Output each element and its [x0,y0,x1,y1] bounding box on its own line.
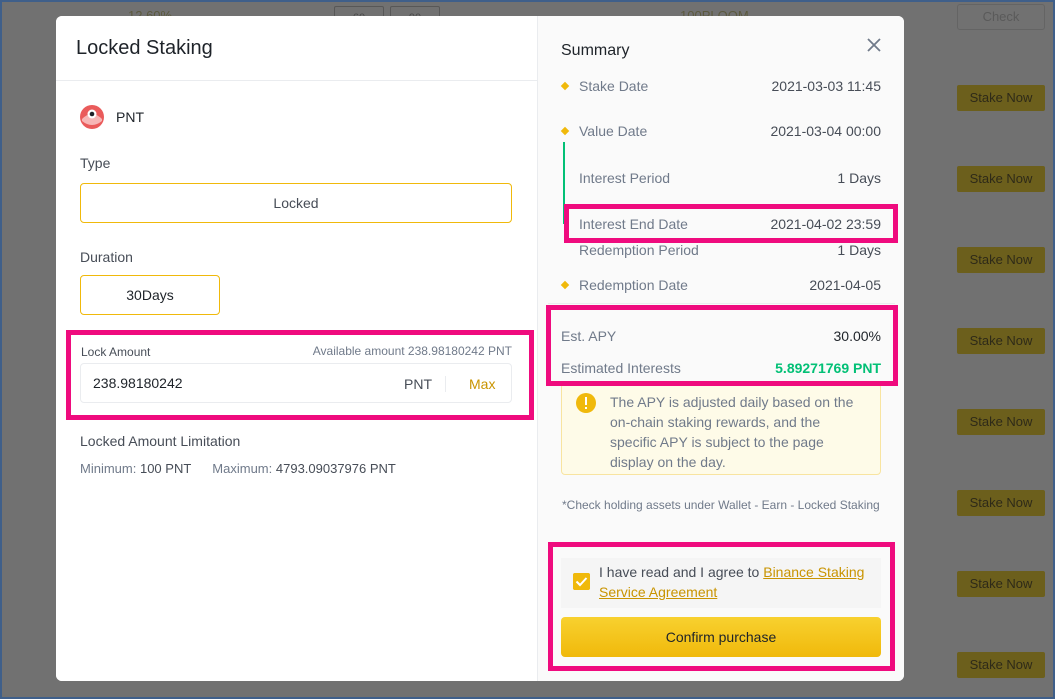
maximum-value: 4793.09037976 PNT [275,461,396,476]
timeline-dot [560,280,570,290]
row-key: Stake Date [579,78,649,94]
agreement-prefix: I have read and I agree to [599,564,764,580]
bg-stake-now-button[interactable]: Stake Now [957,247,1045,273]
type-locked-button[interactable]: Locked [80,183,512,223]
lock-amount-label: Lock Amount [81,345,151,359]
holding-footnote: *Check holding assets under Wallet - Ear… [562,498,880,512]
agreement-text: I have read and I agree to Binance Staki… [599,562,874,602]
divider [56,80,537,81]
notice-text: The APY is adjusted daily based on the o… [610,394,854,470]
row-key: Interest End Date [579,216,688,232]
row-value: 2021-04-02 23:59 [770,216,881,232]
limitation-values: Minimum: 100 PNT Maximum: 4793.09037976 … [80,461,396,476]
modal-title: Locked Staking [76,37,213,59]
locked-staking-modal: Locked Staking PNT Type Locked Duration … [56,16,904,681]
est-apy-label: Est. APY [561,328,617,344]
bg-stake-now-button[interactable]: Stake Now [957,328,1045,354]
est-apy-value: 30.00% [833,328,881,344]
minimum-label: Minimum: [80,461,137,476]
available-amount: Available amount 238.98180242 PNT [312,344,512,358]
summary-panel: Summary Stake Date 2021-03-03 11:45 Valu… [537,16,904,681]
coin-name: PNT [116,109,144,125]
lock-amount-unit: PNT [404,376,432,392]
timeline-line [563,142,565,224]
row-key: Interest Period [579,170,671,186]
limitation-title: Locked Amount Limitation [80,433,241,449]
staking-form-panel: Locked Staking PNT Type Locked Duration … [56,16,537,681]
estimated-interests-value: 5.89271769 PNT [775,360,881,376]
bg-stake-now-button[interactable]: Stake Now [957,166,1045,192]
timeline-dot [560,126,570,136]
minimum-value: 100 PNT [139,461,192,476]
close-icon[interactable] [866,37,882,53]
row-key: Redemption Period [579,242,699,258]
row-value: 2021-03-03 11:45 [771,78,882,94]
bg-stake-now-button[interactable]: Stake Now [957,85,1045,111]
apy-notice: The APY is adjusted daily based on the o… [561,383,881,475]
row-value: 2021-03-04 00:00 [770,123,881,139]
lock-amount-input[interactable] [93,364,373,402]
row-value: 2021-04-05 [809,277,881,293]
row-key: Redemption Date [579,277,688,293]
summary-title: Summary [561,42,630,59]
info-icon [576,393,596,413]
bg-stake-now-button[interactable]: Stake Now [957,652,1045,678]
lock-amount-field: PNT Max [80,363,512,403]
row-value: 1 Days [837,170,881,186]
divider [548,303,895,304]
pnt-coin-icon [80,105,104,129]
row-key: Value Date [579,123,648,139]
divider [445,376,446,392]
max-button[interactable]: Max [469,376,495,392]
timeline-dot [560,81,570,91]
agreement-box: I have read and I agree to Binance Staki… [561,558,881,608]
agree-checkbox[interactable] [573,573,590,590]
bg-stake-now-button[interactable]: Stake Now [957,571,1045,597]
duration-30days-button[interactable]: 30Days [80,275,220,315]
bg-stake-now-button[interactable]: Stake Now [957,409,1045,435]
row-value: 1 Days [837,242,881,258]
confirm-purchase-button[interactable]: Confirm purchase [561,617,881,657]
estimated-interests-label: Estimated Interests [561,360,681,376]
type-label: Type [80,155,111,171]
bg-stake-now-button[interactable]: Stake Now [957,490,1045,516]
maximum-label: Maximum: [212,461,273,476]
duration-label: Duration [80,249,133,265]
bg-check-button[interactable]: Check [957,4,1045,30]
